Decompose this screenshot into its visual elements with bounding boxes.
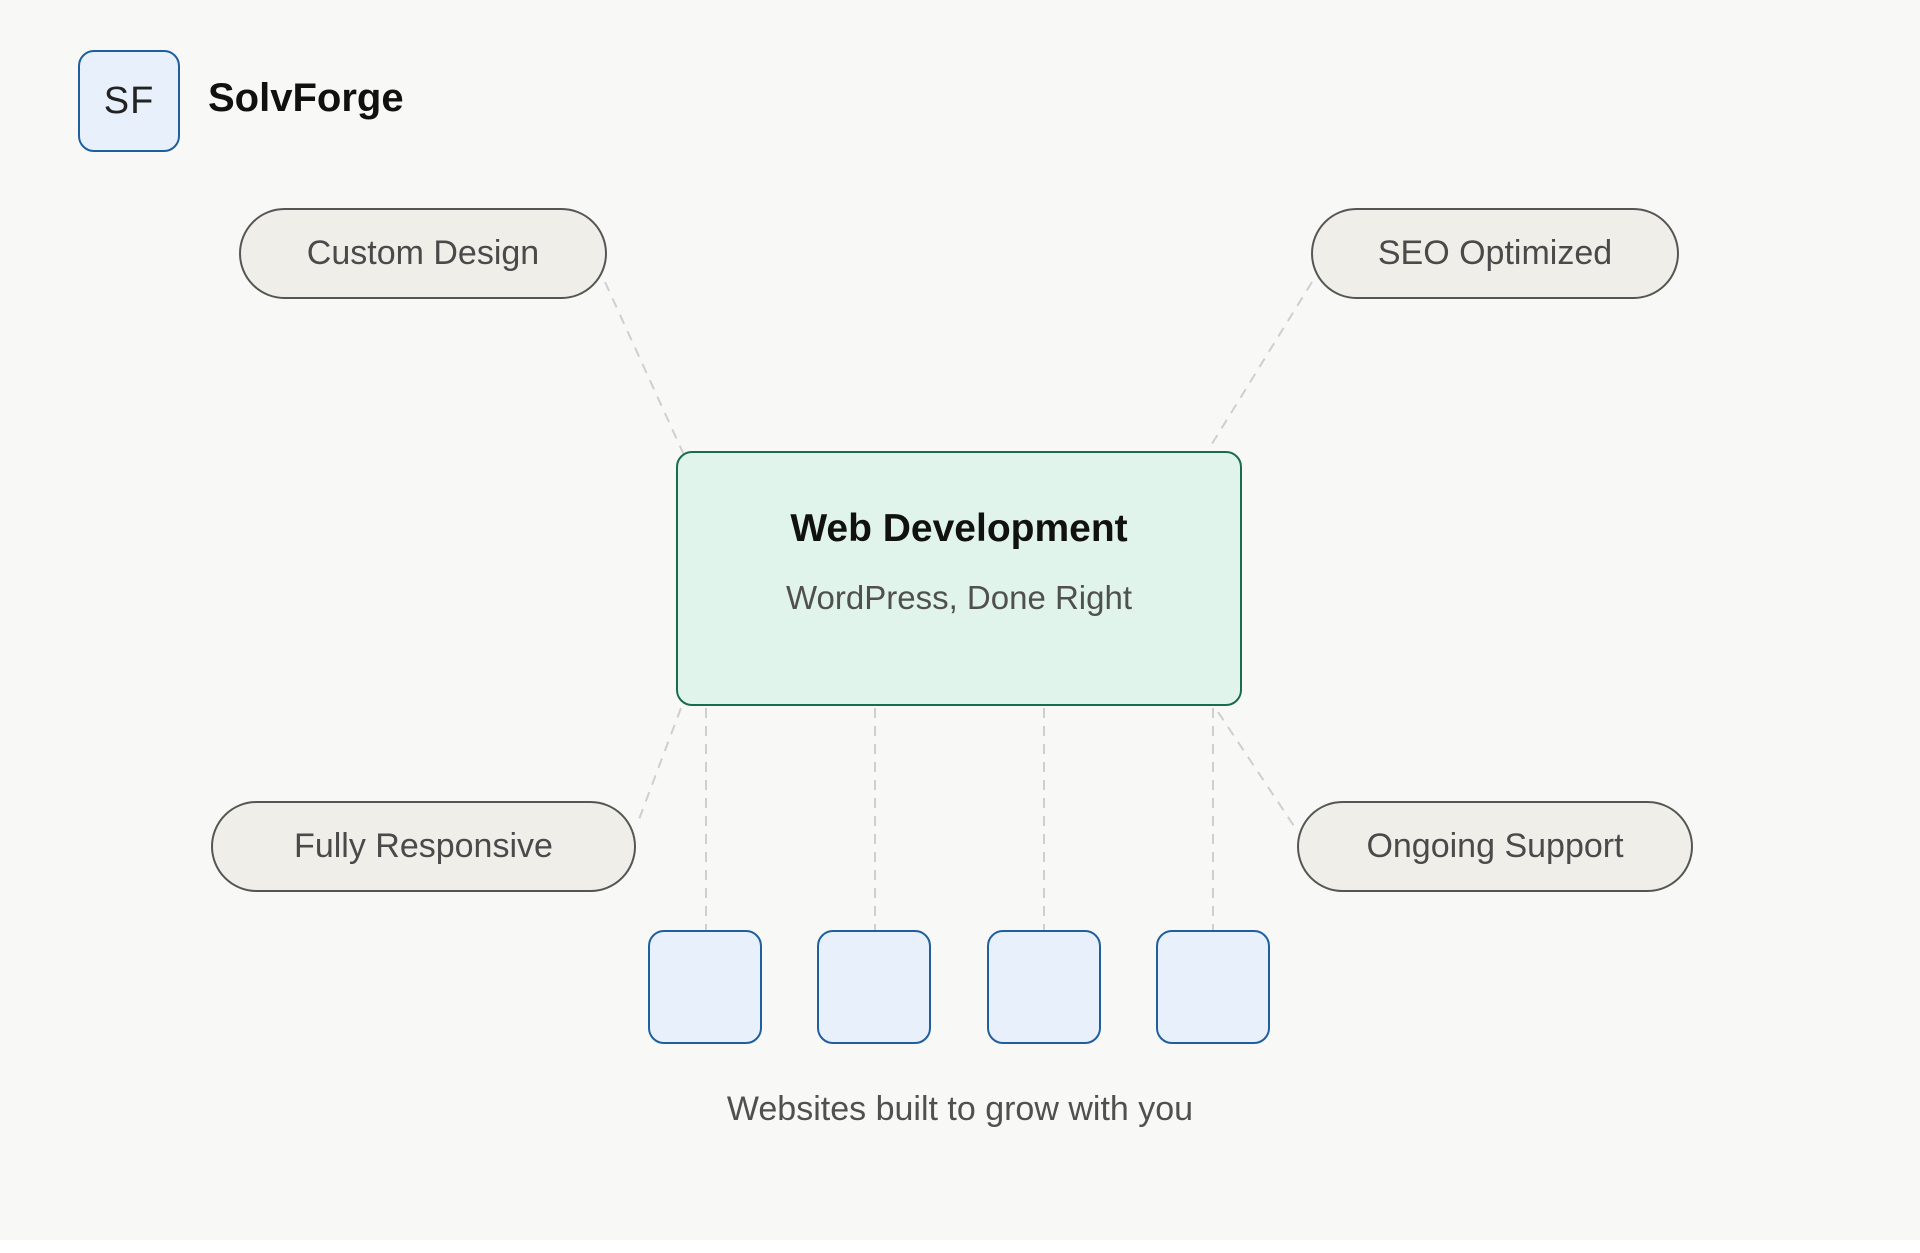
connector-custom-design (604, 281, 685, 456)
diagram-canvas: SF SolvForge Custom Design SEO Optimized… (0, 0, 1920, 1240)
feature-pill-seo-optimized: SEO Optimized (1311, 208, 1679, 299)
feature-pill-fully-responsive: Fully Responsive (211, 801, 636, 892)
empty-square-4 (1156, 930, 1270, 1044)
feature-pill-ongoing-support: Ongoing Support (1297, 801, 1693, 892)
empty-square-2 (817, 930, 931, 1044)
brand-name: SolvForge (208, 76, 404, 120)
central-node-title: Web Development (790, 507, 1128, 550)
empty-square-3 (987, 930, 1101, 1044)
logo-text: SF (103, 79, 155, 122)
feature-pill-custom-design: Custom Design (239, 208, 607, 299)
empty-square-1 (648, 930, 762, 1044)
connector-seo-optimized (1209, 281, 1313, 448)
connector-fully-responsive (637, 707, 682, 823)
tagline: Websites built to grow with you (726, 1090, 1194, 1128)
central-node-subtitle: WordPress, Done Right (785, 579, 1133, 616)
central-node: Web Development WordPress, Done Right (676, 451, 1242, 706)
logo: SF (78, 50, 180, 152)
connector-ongoing-support (1217, 711, 1299, 833)
